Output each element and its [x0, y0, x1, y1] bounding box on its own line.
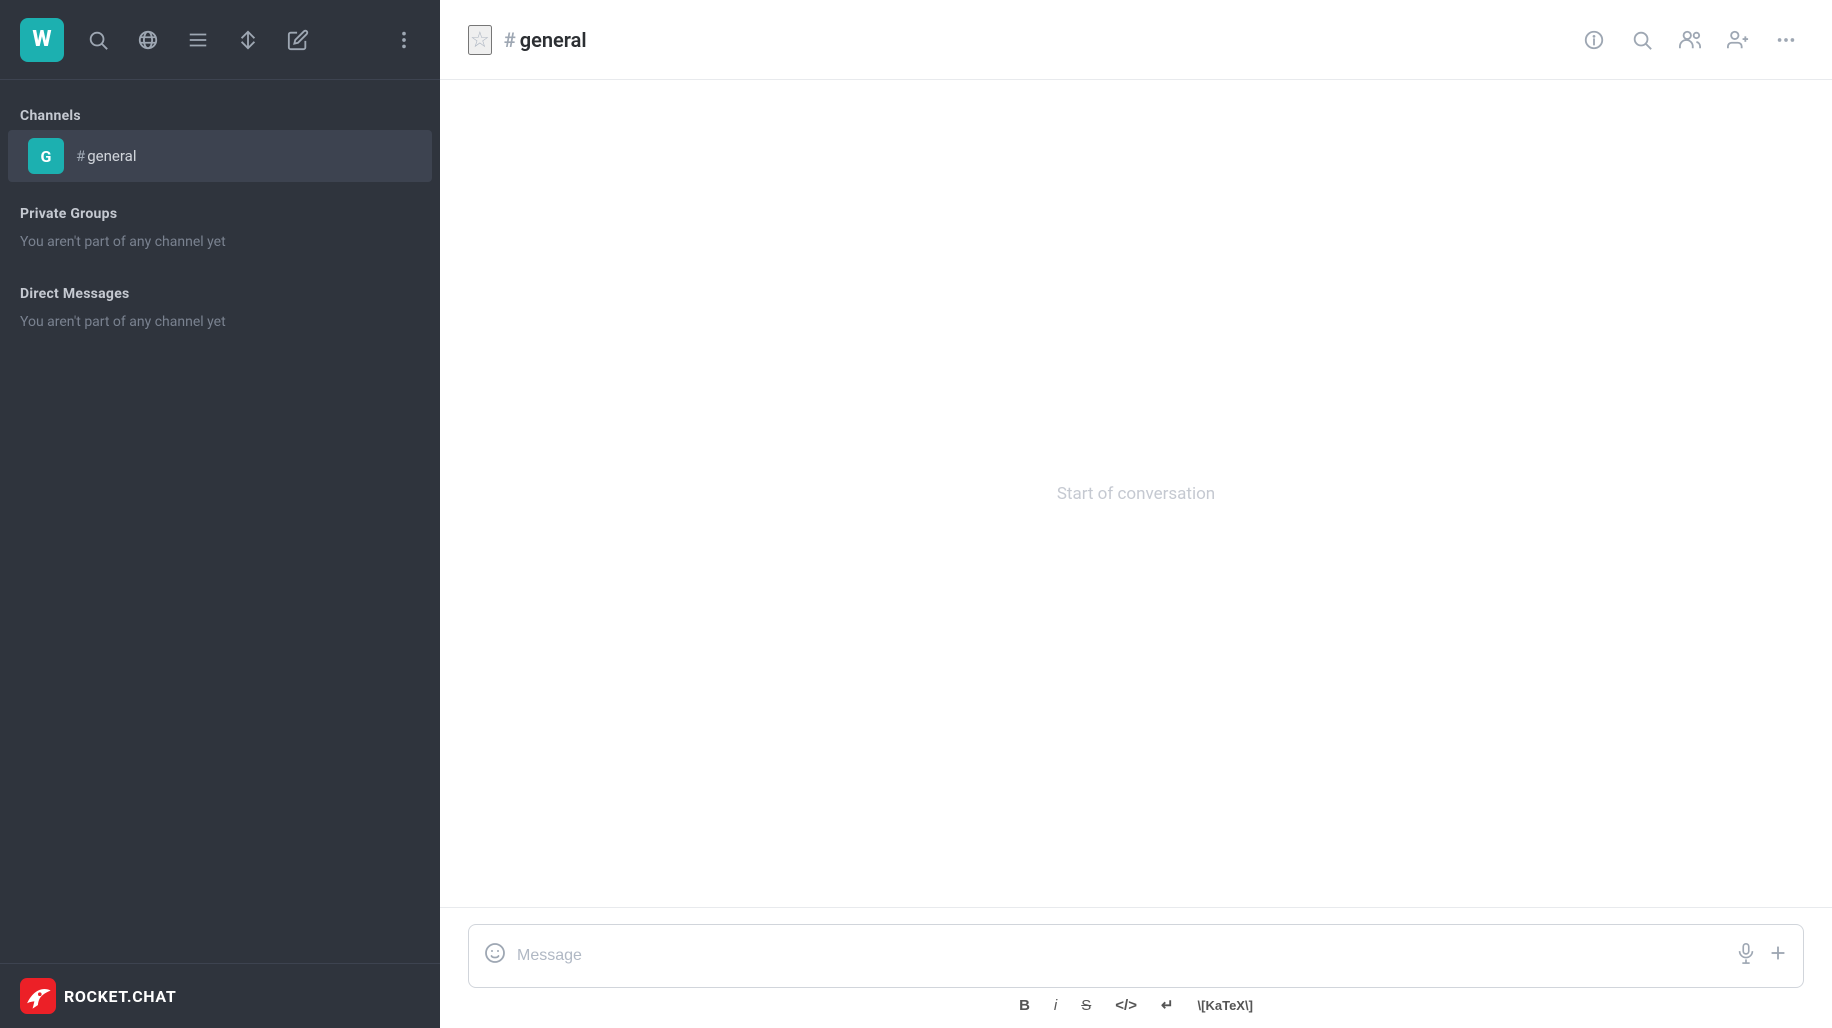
info-button[interactable]	[1576, 22, 1612, 58]
message-toolbar: B i S </> ↵ \[KaTeX\]	[468, 988, 1804, 1018]
italic-button[interactable]: i	[1054, 997, 1057, 1014]
katex-button[interactable]: \[KaTeX\]	[1198, 998, 1253, 1013]
sidebar-header: W	[0, 0, 440, 80]
strikethrough-button[interactable]: S	[1081, 997, 1091, 1014]
sidebar: W Channels G #general Private Gro	[0, 0, 440, 1028]
add-user-button[interactable]	[1720, 22, 1756, 58]
emoji-button[interactable]	[483, 941, 507, 971]
list-button[interactable]	[182, 24, 214, 56]
mic-button[interactable]	[1735, 942, 1757, 970]
message-input[interactable]	[517, 947, 1725, 965]
conversation-start-label: Start of conversation	[1057, 484, 1215, 504]
sort-button[interactable]	[232, 24, 264, 56]
header-more-button[interactable]	[1768, 22, 1804, 58]
return-button[interactable]: ↵	[1161, 996, 1174, 1014]
private-groups-empty-text: You aren't part of any channel yet	[0, 228, 440, 262]
search-button[interactable]	[82, 24, 114, 56]
main-header: ☆ #general	[440, 0, 1832, 80]
bold-button[interactable]: B	[1019, 997, 1030, 1014]
channel-hash-icon: #	[76, 147, 85, 165]
members-button[interactable]	[1672, 22, 1708, 58]
code-button[interactable]: </>	[1115, 997, 1137, 1014]
app-logo[interactable]: W	[20, 18, 64, 62]
message-input-area: B i S </> ↵ \[KaTeX\]	[440, 907, 1832, 1028]
favorite-button[interactable]: ☆	[468, 25, 492, 55]
sidebar-content: Channels G #general Private Groups You a…	[0, 80, 440, 963]
direct-messages-empty-text: You aren't part of any channel yet	[0, 308, 440, 342]
header-search-button[interactable]	[1624, 22, 1660, 58]
channel-general[interactable]: G #general	[8, 130, 432, 182]
compose-button[interactable]	[282, 24, 314, 56]
globe-button[interactable]	[132, 24, 164, 56]
rocket-chat-brand-name: ROCKET.CHAT	[64, 987, 176, 1006]
private-groups-section-title: Private Groups	[0, 196, 440, 228]
main-content: ☆ #general Start of conversation	[440, 0, 1832, 1028]
sidebar-more-button[interactable]	[388, 24, 420, 56]
conversation-area: Start of conversation	[440, 80, 1832, 907]
header-hash-icon: #	[504, 28, 516, 52]
channel-title: #general	[504, 28, 1564, 52]
rocket-chat-branding: ROCKET.CHAT	[20, 978, 176, 1014]
channel-general-name: #general	[76, 147, 136, 165]
rocket-chat-logo	[20, 978, 56, 1014]
sidebar-footer: ROCKET.CHAT	[0, 963, 440, 1028]
channels-section-title: Channels	[0, 98, 440, 130]
add-attachment-button[interactable]	[1767, 942, 1789, 970]
channel-avatar: G	[28, 138, 64, 174]
message-input-box	[468, 924, 1804, 988]
direct-messages-section-title: Direct Messages	[0, 276, 440, 308]
